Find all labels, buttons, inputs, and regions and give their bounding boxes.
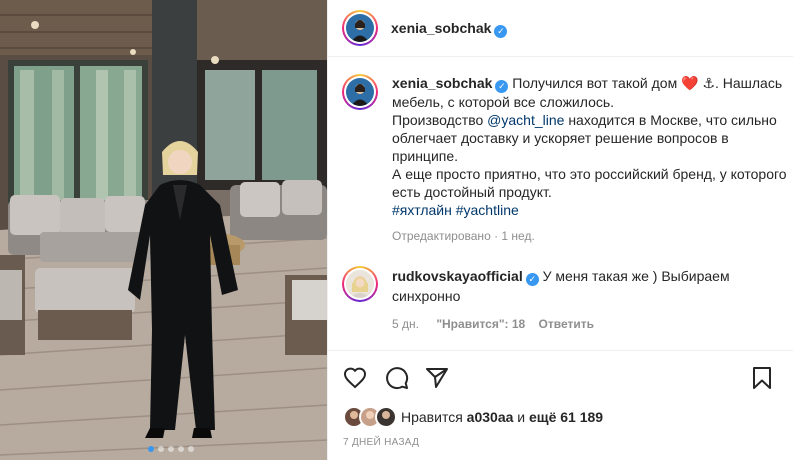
carousel-dot <box>178 446 184 452</box>
check-badge-icon: ✓ <box>495 80 509 93</box>
likes-user[interactable]: a030aa <box>467 409 514 425</box>
carousel-dot <box>158 446 164 452</box>
check-badge-icon: ✓ <box>525 273 539 286</box>
carousel-dot <box>148 446 154 452</box>
comment-likes[interactable]: "Нравится": 18 <box>436 317 525 331</box>
header-username[interactable]: xenia_sobchak <box>391 20 491 36</box>
likes-text: Нравится a030aa и ещё 61 189 <box>401 409 603 425</box>
avatar[interactable] <box>342 10 378 46</box>
likers-avatars[interactable] <box>343 406 403 428</box>
avatar-image <box>346 270 374 298</box>
likes-prefix: Нравится <box>401 409 467 425</box>
post-actions: Нравится a030aa и ещё 61 189 7 ДНЕЙ НАЗА… <box>328 350 793 460</box>
likes-middle: и <box>513 409 529 425</box>
likes-others[interactable]: ещё 61 189 <box>529 409 603 425</box>
carousel-dot <box>168 446 174 452</box>
heart-icon[interactable] <box>343 366 367 393</box>
comment-meta: 5 дн. "Нравится": 18 Ответить <box>392 314 782 334</box>
share-icon[interactable] <box>425 366 449 393</box>
post-caption: xenia_sobchak ✓ Получился вот такой дом ❤… <box>392 74 788 245</box>
bookmark-icon[interactable] <box>750 366 774 393</box>
hashtag-link[interactable]: #яхтлайн <box>392 202 452 218</box>
caption-line2-prefix: Производство <box>392 112 488 128</box>
caption-avatar[interactable] <box>342 74 378 110</box>
avatar-image <box>346 14 374 42</box>
mention-link[interactable]: @yacht_line <box>487 112 564 128</box>
reply-button[interactable]: Ответить <box>539 317 594 331</box>
post-header: xenia_sobchak ✓ <box>328 0 793 57</box>
post-side-panel: xenia_sobchak ✓ xenia_sobchak ✓ Получился … <box>327 0 793 460</box>
comment-avatar[interactable] <box>342 266 378 302</box>
check-badge-icon: ✓ <box>494 25 508 38</box>
photo-illustration <box>0 0 327 460</box>
comment-time[interactable]: 5 дн. <box>392 317 419 331</box>
post-photo[interactable] <box>0 0 327 460</box>
carousel-dots <box>146 439 196 455</box>
comment-icon[interactable] <box>385 366 409 393</box>
post-date[interactable]: 7 ДНЕЙ НАЗАД <box>343 437 419 448</box>
comment: rudkovskayaofficial ✓ У меня такая же ) В… <box>392 266 782 334</box>
avatar-image <box>346 78 374 106</box>
caption-meta: Отредактировано · 1 нед. <box>392 229 535 243</box>
carousel-dot <box>188 446 194 452</box>
comment-username[interactable]: rudkovskayaofficial <box>392 268 523 284</box>
caption-username[interactable]: xenia_sobchak <box>392 75 492 91</box>
caption-line3: А еще просто приятно, что это российский… <box>392 166 787 200</box>
hashtag-link[interactable]: #yachtline <box>456 202 519 218</box>
